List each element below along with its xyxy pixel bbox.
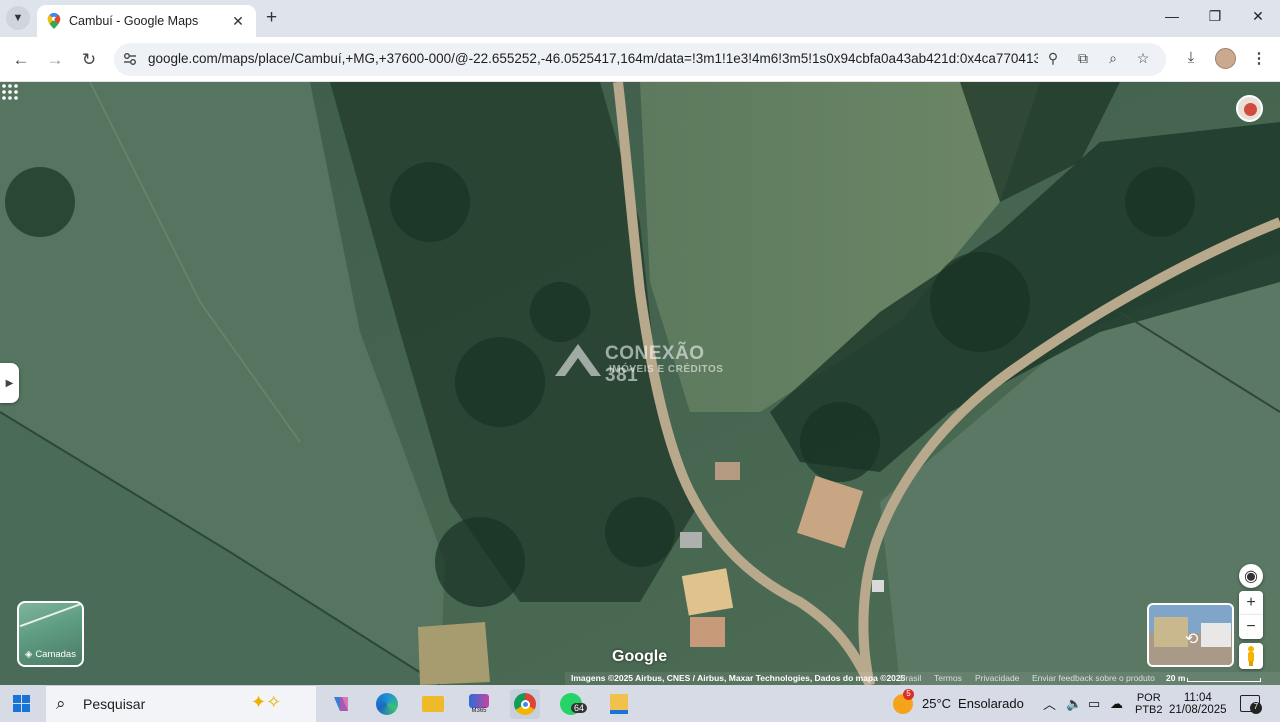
google-apps-icon[interactable]: [0, 82, 20, 102]
network-icon[interactable]: ▭: [1088, 685, 1100, 722]
notification-count: 7: [1250, 702, 1262, 714]
layers-label: Camadas: [35, 649, 76, 660]
zoom-in-button[interactable]: +: [1239, 591, 1263, 615]
watermark-logo: CONEXÃO 381 IMÓVEIS E CRÉDITOS: [553, 340, 733, 386]
my-location-button[interactable]: ◉: [1239, 564, 1263, 588]
lang-line1: POR: [1136, 691, 1161, 704]
pegman-icon[interactable]: [1239, 643, 1263, 669]
street-view-preview[interactable]: ⟲: [1147, 603, 1234, 667]
satellite-map[interactable]: ▶ CONEXÃO 381 IMÓVEIS E CRÉDITOS ◈ Camad…: [0, 82, 1280, 685]
scale-label[interactable]: 20 m: [1166, 673, 1185, 683]
house-logo-icon: [555, 344, 601, 376]
layers-icon: ◈: [25, 649, 33, 660]
imagery-attribution: Imagens ©2025 Airbus, CNES / Airbus, Max…: [571, 673, 906, 683]
sun-icon: 5: [893, 688, 914, 714]
account-avatar[interactable]: [1236, 95, 1263, 122]
expand-sidebar-button[interactable]: ▶: [0, 363, 19, 403]
m365-icon[interactable]: M365: [464, 689, 494, 719]
bookmark-star-icon[interactable]: ☆: [1134, 50, 1152, 68]
lang-line2: PTB2: [1135, 703, 1163, 716]
file-explorer-icon[interactable]: [418, 689, 448, 719]
country-label: Brasil: [900, 673, 922, 683]
clock-date: 21/08/2025: [1169, 703, 1227, 716]
download-icon[interactable]: ⤓: [1181, 49, 1201, 69]
language-indicator[interactable]: POR PTB2: [1135, 685, 1163, 722]
profile-avatar[interactable]: [1215, 48, 1236, 69]
whatsapp-badge: 64: [571, 703, 588, 713]
search-placeholder: Pesquisar: [83, 696, 146, 712]
chevron-up-icon[interactable]: ︿: [1043, 685, 1056, 722]
weather-badge: 5: [903, 688, 914, 700]
google-logo: Google: [612, 648, 668, 665]
sparkle-icon: ✦✧: [251, 692, 282, 712]
zoom-out-button[interactable]: −: [1239, 615, 1263, 639]
layers-button[interactable]: ◈ Camadas: [17, 601, 84, 667]
search-icon: ⌕: [56, 694, 66, 713]
minimize-button[interactable]: —: [1157, 8, 1187, 24]
scale-bar: [1187, 678, 1261, 682]
clock[interactable]: 11:04 21/08/2025: [1169, 685, 1227, 722]
watermark-subtitle: IMÓVEIS E CRÉDITOS: [609, 364, 724, 375]
whatsapp-icon[interactable]: 64: [556, 689, 588, 719]
tab-strip: ▼ Cambuí - Google Maps ✕ + — ❐ ✕: [0, 0, 1280, 37]
install-app-icon[interactable]: ⧉: [1074, 50, 1092, 68]
notification-icon: 7: [1240, 695, 1262, 714]
new-tab-button[interactable]: +: [266, 8, 277, 27]
location-pin-icon[interactable]: ⚲: [1044, 50, 1062, 68]
url-text[interactable]: google.com/maps/place/Cambuí,+MG,+37600-…: [148, 51, 1038, 66]
close-tab-icon[interactable]: ✕: [230, 13, 246, 30]
weather-temp: 25°C: [922, 696, 952, 711]
chrome-icon[interactable]: [510, 689, 540, 719]
restore-button[interactable]: ❐: [1200, 8, 1230, 25]
terms-link[interactable]: Termos: [934, 673, 962, 683]
notifications-button[interactable]: 7: [1240, 685, 1262, 722]
browser-toolbar: ← → ↻ google.com/maps/place/Cambuí,+MG,+…: [0, 37, 1280, 82]
speaker-icon[interactable]: 🔈: [1066, 685, 1082, 722]
privacy-link[interactable]: Privacidade: [975, 673, 1019, 683]
more-menu-icon[interactable]: ⋮: [1249, 49, 1269, 69]
windows-start-icon[interactable]: [13, 695, 30, 712]
windows-taskbar: ⌕ Pesquisar ✦✧ M365 64 5 25°C Ensolarado…: [0, 685, 1280, 722]
weather-widget[interactable]: 5 25°C Ensolarado: [893, 685, 1024, 722]
document-app-icon[interactable]: [604, 689, 634, 719]
tab-title: Cambuí - Google Maps: [69, 14, 199, 28]
onedrive-icon[interactable]: ☁: [1110, 685, 1123, 722]
edge-icon[interactable]: [372, 689, 402, 719]
tab-google-maps[interactable]: Cambuí - Google Maps ✕: [37, 5, 256, 37]
maps-pin-icon: [47, 13, 61, 29]
copilot-icon[interactable]: [326, 689, 356, 719]
reload-icon[interactable]: ↻: [77, 48, 101, 72]
address-bar[interactable]: google.com/maps/place/Cambuí,+MG,+37600-…: [114, 43, 1166, 76]
tab-search-button[interactable]: ▼: [6, 6, 30, 30]
zoom-icon[interactable]: ⌕: [1104, 50, 1122, 68]
rotate-view-icon: ⟲: [1185, 631, 1199, 648]
close-window-button[interactable]: ✕: [1243, 8, 1273, 25]
map-footer: Imagens ©2025 Airbus, CNES / Airbus, Max…: [565, 672, 1280, 685]
forward-arrow-icon[interactable]: →: [43, 48, 67, 72]
taskbar-search[interactable]: ⌕ Pesquisar ✦✧: [46, 685, 316, 722]
feedback-link[interactable]: Enviar feedback sobre o produto: [1032, 673, 1155, 683]
back-arrow-icon[interactable]: ←: [9, 48, 33, 72]
clock-time: 11:04: [1183, 691, 1212, 704]
site-settings-icon[interactable]: [122, 51, 138, 67]
weather-desc: Ensolarado: [958, 696, 1024, 711]
